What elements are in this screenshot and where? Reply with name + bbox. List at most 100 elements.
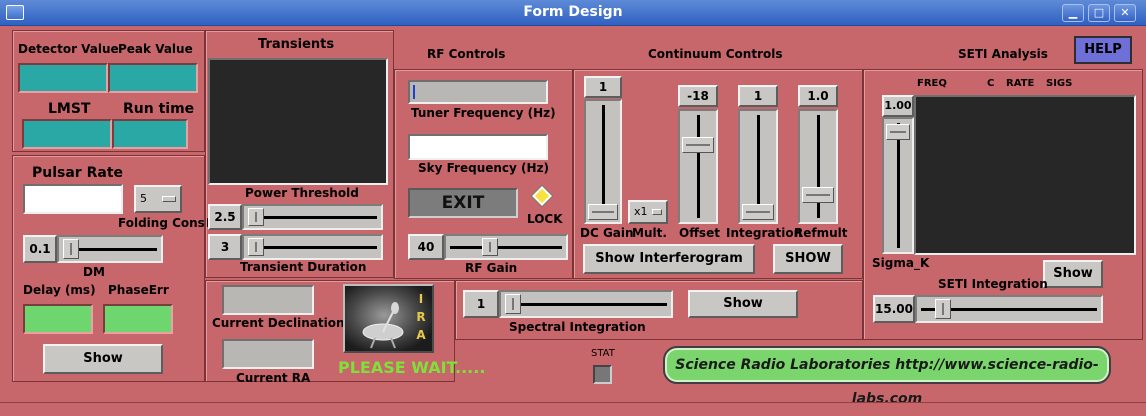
stat-label: STAT [591,348,615,359]
seti-analysis-title: SETI Analysis [958,47,1048,61]
sky-frequency-field[interactable] [408,134,548,160]
power-threshold-slider[interactable] [242,204,383,230]
slider-thumb[interactable] [886,124,910,140]
sky-frequency-label: Sky Frequency (Hz) [418,161,550,175]
title-bar: Form Design ▁ □ ✕ [0,0,1146,26]
pulsar-show-button[interactable]: Show [43,344,163,374]
spectral-integration-slider[interactable] [499,290,673,318]
offset-value: -18 [678,85,718,107]
delay-display [23,304,93,334]
mult-value: x1 [634,205,648,218]
rf-gain-slider[interactable] [444,234,568,260]
logo-letters: I R A [416,290,426,344]
slider-thumb[interactable] [742,204,774,220]
sigma-slider[interactable] [882,117,914,254]
slider-track [248,216,377,219]
current-ra-label: Current RA [236,371,311,385]
detector-value-label: Detector Value [18,42,119,56]
current-declination-display [222,285,314,315]
slider-thumb[interactable] [588,204,618,220]
transient-duration-label: Transient Duration [240,260,367,274]
transient-duration-slider[interactable] [242,234,383,260]
slider-thumb[interactable] [935,299,951,319]
detector-value-display [18,63,108,93]
pulsar-rate-label: Pulsar Rate [32,165,123,181]
minimize-icon[interactable]: ▁ [1062,4,1084,22]
slider-thumb[interactable] [63,239,79,259]
continuum-controls-title: Continuum Controls [648,47,783,61]
seti-integration-slider[interactable] [915,295,1103,323]
dm-value: 0.1 [23,235,57,263]
slider-thumb[interactable] [248,238,264,256]
offset-label: Offset [679,226,720,240]
slider-thumb[interactable] [682,137,714,153]
stat-indicator [593,365,612,384]
form-design-window: Form Design ▁ □ ✕ Detector Value Peak Va… [0,0,1146,412]
continuum-show-button[interactable]: SHOW [773,244,843,274]
please-wait-text: PLEASE WAIT..... [338,358,486,377]
spectral-show-button[interactable]: Show [688,290,798,318]
option-menu-indicator-icon [652,209,662,215]
text-cursor [413,85,415,99]
slider-track [602,105,605,218]
slider-thumb[interactable] [802,187,834,203]
rf-gain-label: RF Gain [465,261,518,275]
pulsar-rate-field[interactable] [23,184,123,214]
integration-value: 1 [738,85,778,107]
folding-const-menu[interactable]: 5 [134,185,182,213]
ira-logo-image: I R A [343,284,434,353]
seti-signal-list[interactable] [914,95,1136,255]
phase-err-display [103,304,173,334]
mult-label: Mult. [632,226,667,240]
sigma-k-label: Sigma_K [872,256,930,270]
slider-track [505,303,667,306]
integration-slider[interactable] [738,109,778,224]
dc-gain-value: 1 [584,76,622,98]
maximize-icon[interactable]: □ [1088,4,1110,22]
show-interferogram-button[interactable]: Show Interferogram [583,244,755,274]
dm-label: DM [83,265,105,279]
refmult-label: Refmult [794,226,848,240]
refmult-value: 1.0 [798,85,838,107]
close-icon[interactable]: ✕ [1114,4,1136,22]
spectral-integration-label: Spectral Integration [509,320,646,334]
slider-thumb[interactable] [482,238,498,256]
help-button[interactable]: HELP [1074,36,1132,64]
logo-letter-r: R [416,310,426,324]
dc-gain-slider[interactable] [584,99,622,224]
dm-slider[interactable] [57,235,163,263]
offset-slider[interactable] [678,109,718,224]
power-threshold-label: Power Threshold [245,186,359,200]
logo-letter-i: I [418,292,424,306]
slider-track [897,123,900,248]
seti-show-button[interactable]: Show [1043,260,1103,288]
seti-col-rate: RATE [1006,78,1035,89]
refmult-slider[interactable] [798,109,838,224]
transients-display [208,58,388,185]
option-menu-indicator-icon [162,196,176,202]
current-declination-label: Current Declination [212,316,345,330]
peak-value-label: Peak Value [118,42,193,56]
mult-menu[interactable]: x1 [628,200,668,224]
seti-col-sigs: SIGS [1046,78,1073,89]
seti-col-c: C [987,78,995,89]
run-time-label: Run time [123,101,195,117]
folding-const-label: Folding Const [118,216,211,230]
tuner-frequency-field[interactable] [408,80,548,104]
window-bottom-edge [0,402,1146,412]
peak-value-display [108,63,198,93]
slider-thumb[interactable] [505,294,521,314]
slider-thumb[interactable] [248,208,264,226]
power-threshold-value: 2.5 [208,204,242,230]
folding-const-value: 5 [140,192,147,205]
lock-label: LOCK [527,212,563,226]
slider-track [757,115,760,218]
exit-button[interactable]: EXIT [408,188,518,218]
seti-col-freq: FREQ [917,78,947,89]
slider-track [450,246,562,249]
transient-duration-value: 3 [208,234,242,260]
seti-integration-label: SETI Integration [938,277,1048,291]
current-ra-display [222,339,314,369]
lmst-label: LMST [48,101,91,117]
spectral-integration-value: 1 [463,290,499,318]
